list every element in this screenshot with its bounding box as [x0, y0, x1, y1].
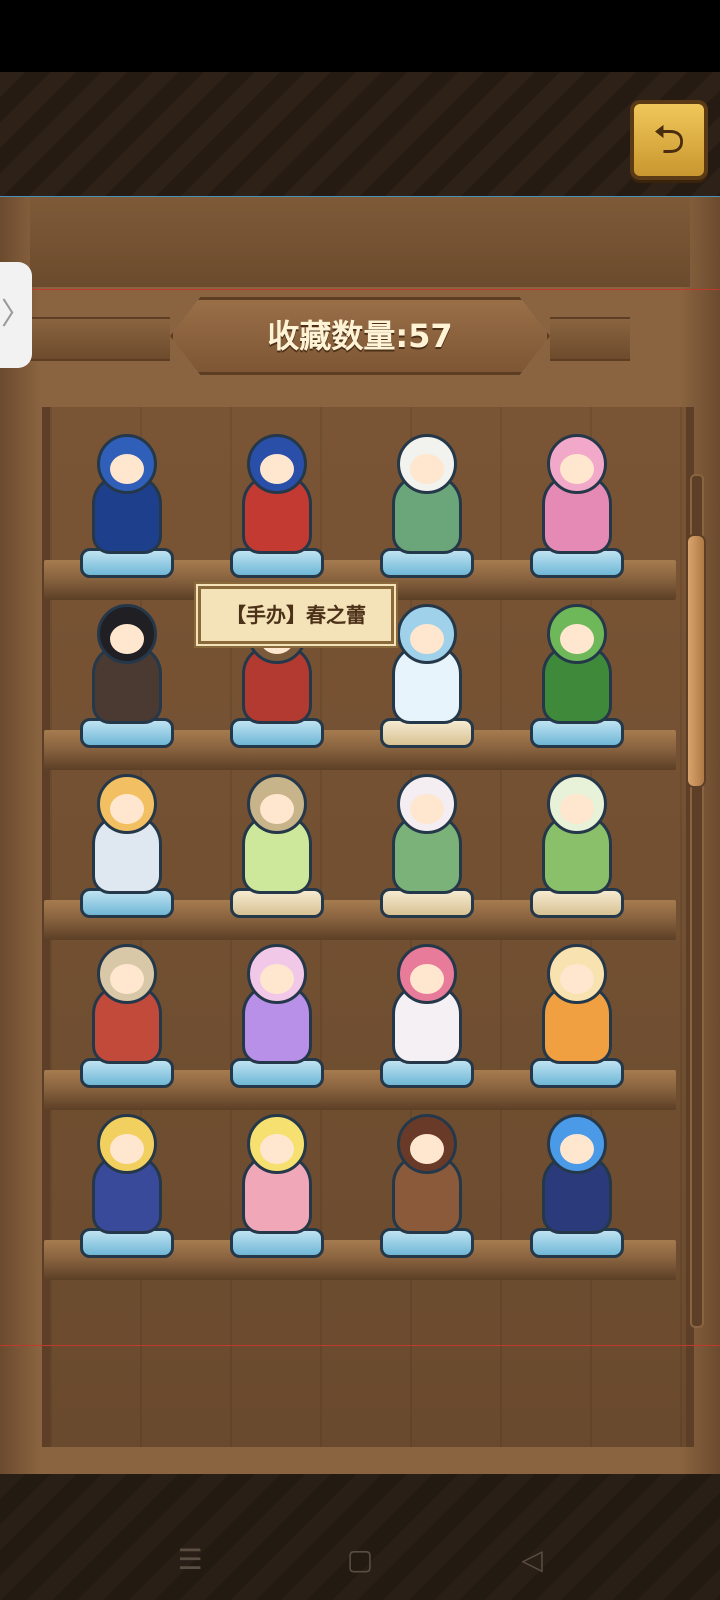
figure-face	[410, 454, 444, 484]
top-background	[0, 72, 720, 196]
figure-item[interactable]	[512, 928, 642, 1088]
figure-face	[260, 454, 294, 484]
figure-face	[110, 624, 144, 654]
figure-face	[110, 964, 144, 994]
collection-count: 收藏数量:57	[267, 317, 453, 355]
figure-item[interactable]	[362, 928, 492, 1088]
figure-face	[560, 964, 594, 994]
figure-item[interactable]	[212, 1098, 342, 1258]
figure-item[interactable]	[62, 1098, 192, 1258]
figure-face	[410, 624, 444, 654]
figure-face	[260, 964, 294, 994]
figure-item[interactable]	[362, 758, 492, 918]
figure-face	[260, 794, 294, 824]
figure-face	[110, 1134, 144, 1164]
figure-item[interactable]	[212, 418, 342, 578]
figure-face	[410, 964, 444, 994]
figure-face	[110, 454, 144, 484]
figure-face	[110, 794, 144, 824]
figure-face	[560, 454, 594, 484]
figure-item[interactable]	[512, 1098, 642, 1258]
figure-item[interactable]	[512, 758, 642, 918]
figure-face	[560, 794, 594, 824]
figure-face	[410, 1134, 444, 1164]
chevron-right-icon: 〉	[1, 297, 31, 332]
figure-face	[560, 624, 594, 654]
figure-item[interactable]	[62, 758, 192, 918]
cabinet-top-rail	[30, 197, 690, 287]
figure-face	[260, 1134, 294, 1164]
status-bar	[0, 0, 720, 72]
return-button[interactable]: ⮌	[630, 100, 708, 180]
figure-item[interactable]	[62, 928, 192, 1088]
back-button[interactable]: ◁	[512, 1542, 552, 1578]
figure-face	[560, 1134, 594, 1164]
scrollbar-thumb[interactable]	[686, 534, 706, 788]
figure-tooltip: 【手办】春之蕾	[198, 586, 394, 644]
system-nav-bar: ☰ ▢ ◁	[0, 1520, 720, 1600]
figure-item[interactable]	[512, 588, 642, 748]
figure-item[interactable]	[362, 1098, 492, 1258]
figure-item[interactable]	[512, 418, 642, 578]
home-button[interactable]: ▢	[340, 1542, 380, 1578]
recent-apps-button[interactable]: ☰	[170, 1542, 210, 1578]
figure-item[interactable]	[362, 418, 492, 578]
banner-ornament-right	[550, 317, 630, 361]
divider-line	[0, 1345, 720, 1346]
return-arrow-icon: ⮌	[652, 117, 686, 163]
figure-item[interactable]	[62, 588, 192, 748]
side-drawer-tab[interactable]: 〉	[0, 262, 32, 368]
figure-item[interactable]	[62, 418, 192, 578]
banner-ornament-left	[30, 317, 170, 361]
collection-banner: 收藏数量:57	[0, 285, 720, 395]
figure-item[interactable]	[212, 928, 342, 1088]
figure-face	[410, 794, 444, 824]
figure-item[interactable]	[212, 758, 342, 918]
